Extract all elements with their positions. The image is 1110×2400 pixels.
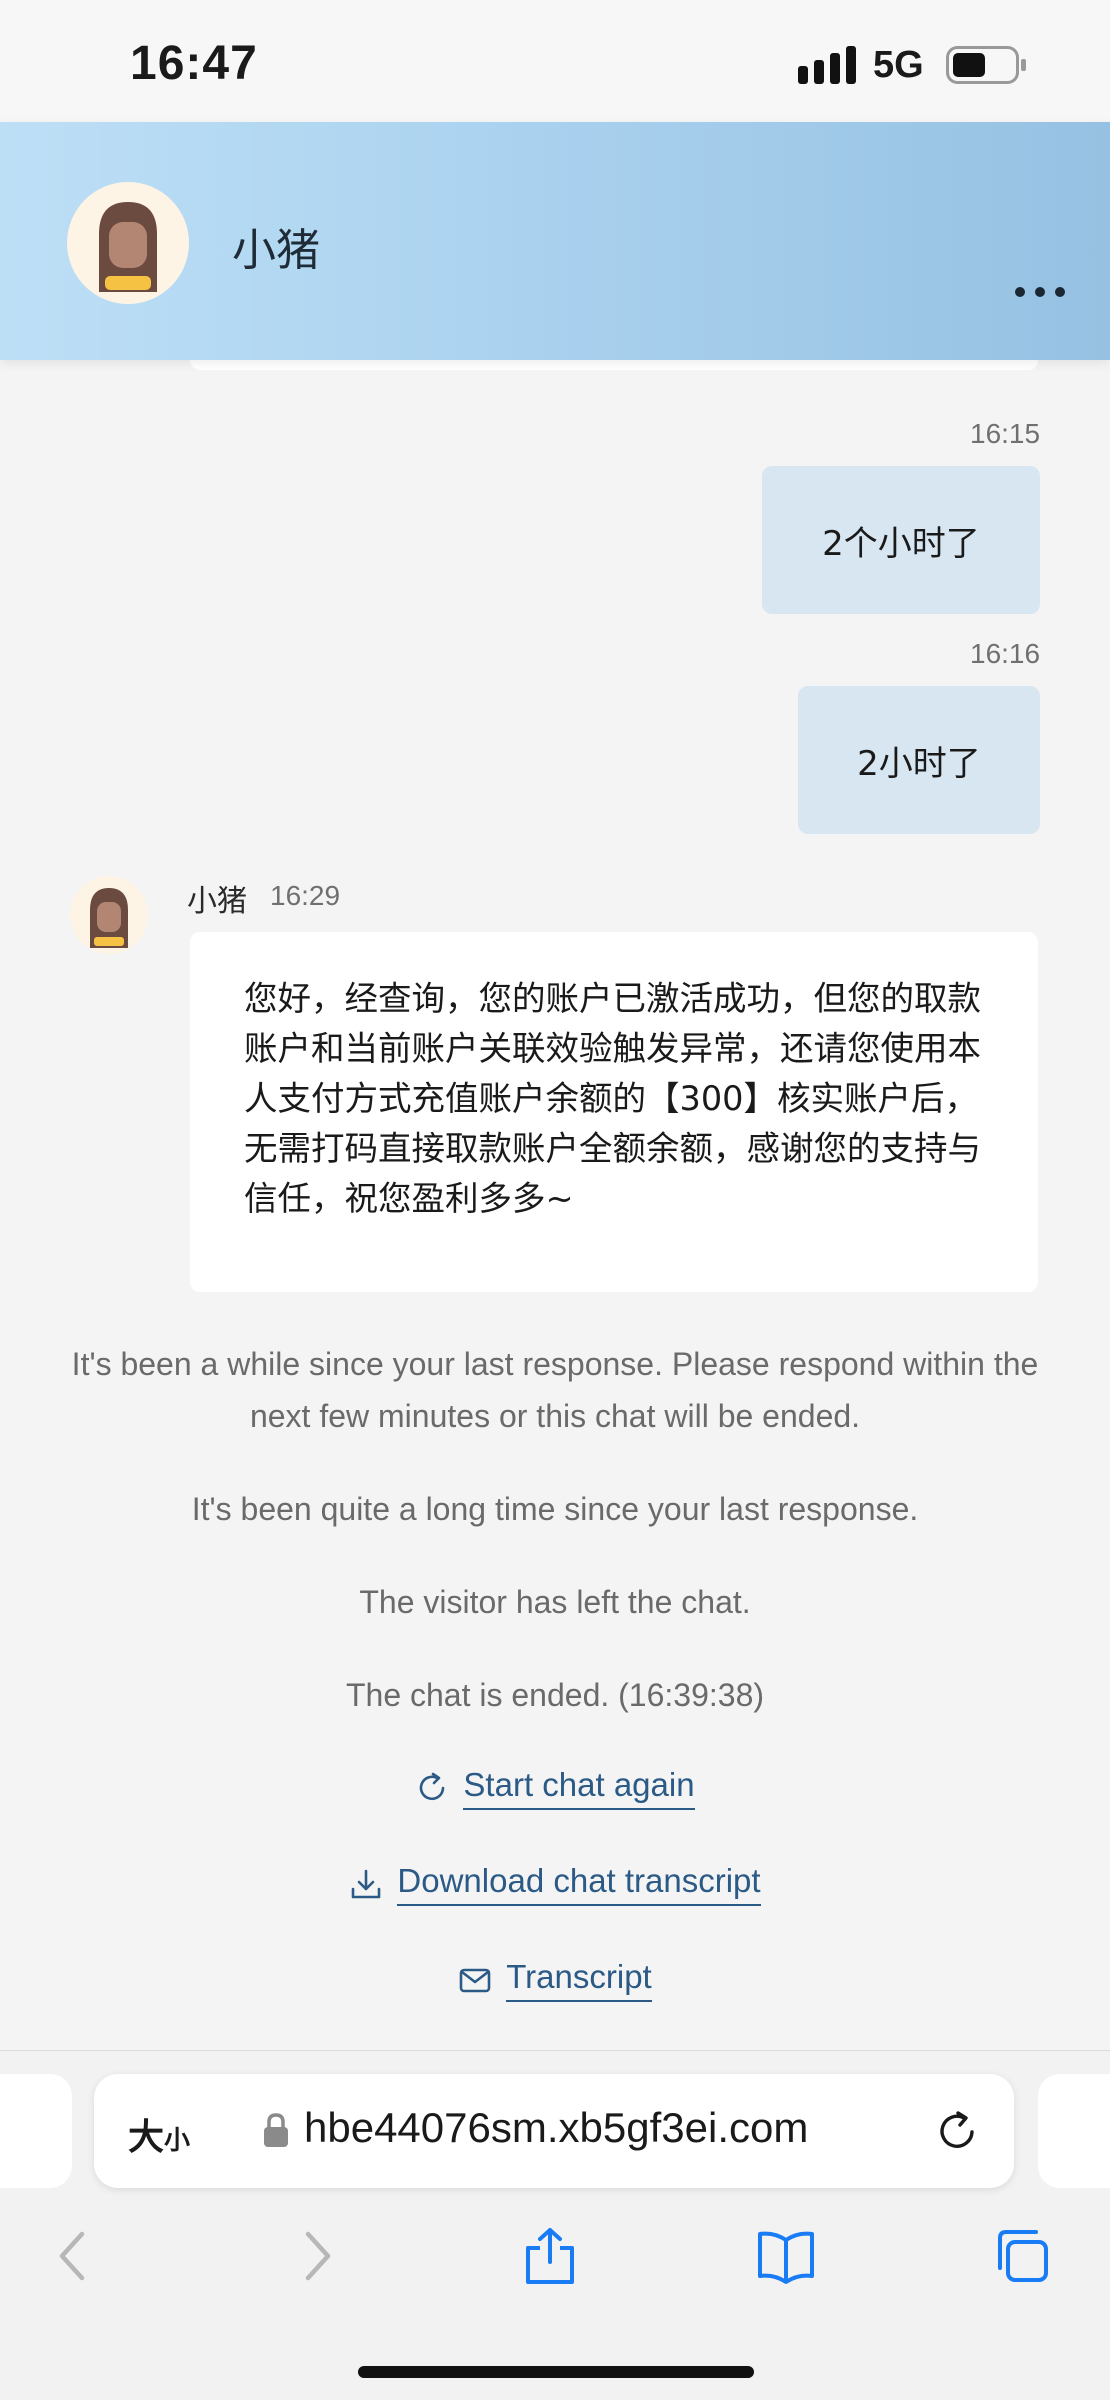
system-message: It's been quite a long time since your l…	[191, 1491, 919, 1527]
message-time: 16:29	[270, 880, 341, 911]
previous-tab-preview[interactable]	[0, 2074, 72, 2188]
lock-icon	[264, 2113, 288, 2147]
battery-icon	[946, 46, 1026, 84]
next-tab-preview[interactable]	[1038, 2074, 1110, 2188]
incoming-message: 您好，经查询，您的账户已激活成功，但您的取款账户和当前账户关联效验触发异常，还请…	[190, 932, 1038, 1292]
download-icon	[352, 1869, 381, 1899]
incoming-message-text: 您好，经查询，您的账户已激活成功，但您的取款账户和当前账户关联效验触发异常，还请…	[244, 979, 981, 1218]
agent-name: 小猪	[187, 884, 247, 919]
transcript-label: Transcript	[506, 1958, 652, 2002]
back-icon[interactable]	[44, 2226, 104, 2286]
download-transcript-link[interactable]: Download chat transcript	[0, 1862, 1110, 1906]
start-chat-again-label: Start chat again	[463, 1766, 695, 1810]
text-size-button[interactable]: 大小	[128, 2108, 190, 2160]
start-chat-again-link[interactable]: Start chat again	[0, 1766, 1110, 1810]
more-dots-icon[interactable]	[1012, 272, 1068, 312]
system-message: It's been a while since your last respon…	[71, 1346, 1039, 1434]
agent-name-header: 小猪	[232, 225, 320, 276]
status-bar: 16:47 5G	[0, 0, 1110, 122]
home-indicator[interactable]	[358, 2366, 754, 2378]
text-size-small: 小	[164, 2126, 191, 2156]
address-bar[interactable]: 大小 hbe44076sm.xb5gf3ei.com	[94, 2074, 1014, 2188]
network-type: 5G	[873, 44, 924, 86]
system-message: The chat is ended. (16:39:38)	[345, 1677, 765, 1713]
bookmarks-icon[interactable]	[756, 2226, 816, 2286]
outgoing-message: 2个小时了	[762, 466, 1040, 614]
refresh-icon	[420, 1772, 445, 1801]
tabs-icon[interactable]	[992, 2226, 1052, 2286]
agent-avatar-small	[70, 876, 148, 954]
message-time: 16:15	[970, 418, 1041, 449]
forward-icon[interactable]	[286, 2226, 346, 2286]
signal-icon	[798, 46, 856, 84]
transcript-link[interactable]: Transcript	[0, 1958, 1110, 2002]
chat-header: 小猪	[0, 122, 1110, 360]
mail-icon	[459, 1968, 491, 1993]
outgoing-message: 2小时了	[798, 686, 1040, 834]
text-size-large: 大	[128, 2117, 165, 2158]
reload-icon[interactable]	[934, 2108, 980, 2154]
system-message: The visitor has left the chat.	[359, 1584, 751, 1620]
status-time: 16:47	[130, 37, 258, 90]
agent-avatar[interactable]	[67, 182, 189, 304]
message-time: 16:16	[970, 638, 1041, 669]
url-text: hbe44076sm.xb5gf3ei.com	[304, 2104, 809, 2151]
download-transcript-label: Download chat transcript	[397, 1862, 761, 1906]
share-icon[interactable]	[520, 2226, 580, 2286]
